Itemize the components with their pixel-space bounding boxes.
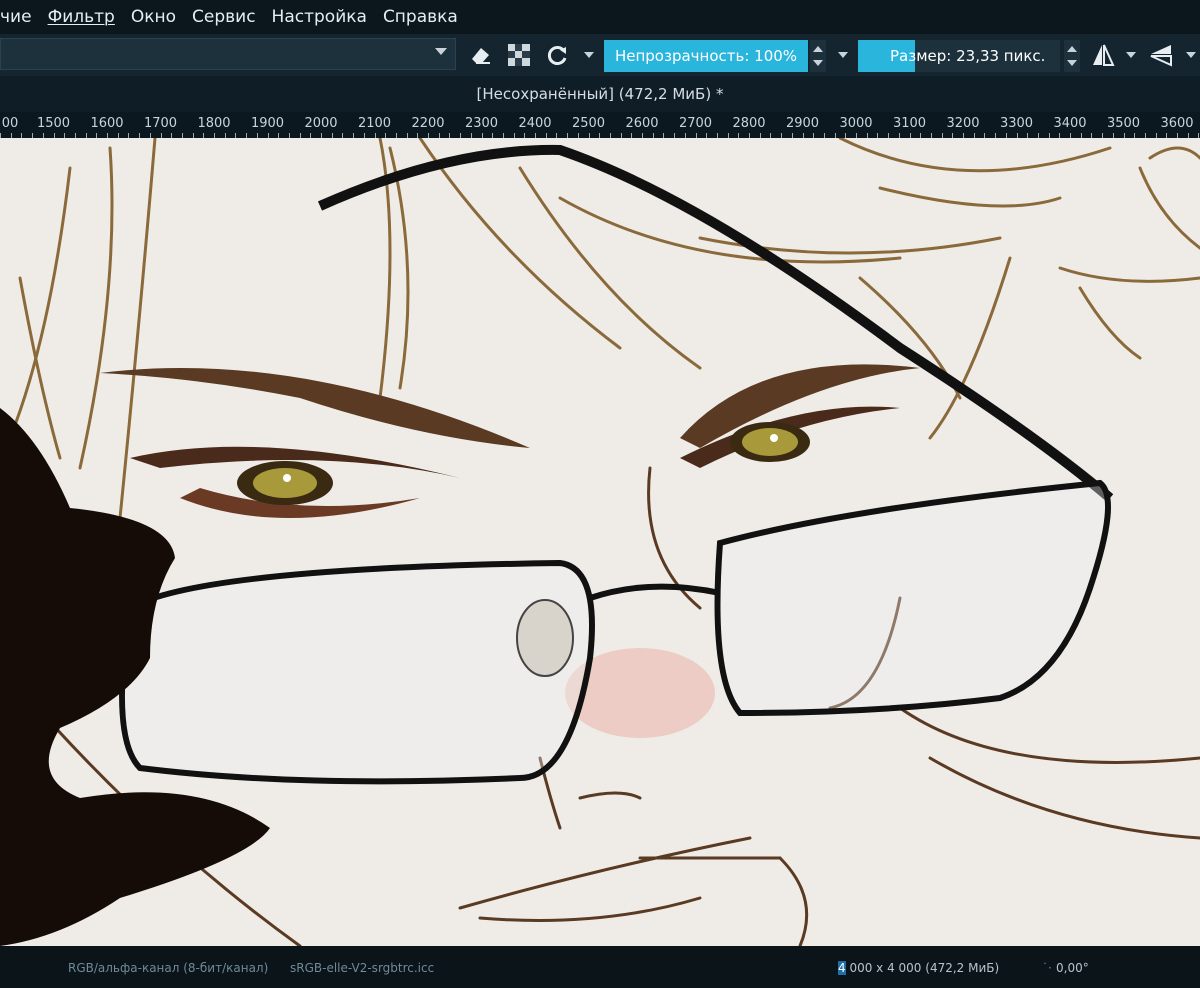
chevron-down-icon — [435, 48, 447, 55]
chevron-down-icon[interactable] — [1186, 52, 1196, 58]
ruler-label: 2400 — [518, 116, 552, 131]
alpha-lock-icon[interactable] — [506, 42, 532, 68]
ruler-label: 1500 — [36, 116, 71, 131]
ruler-label: 1900 — [250, 116, 285, 131]
ruler-label: 2300 — [464, 116, 499, 131]
blend-mode-select[interactable] — [0, 38, 456, 70]
opacity-slider[interactable]: Непрозрачность: 100% — [604, 40, 808, 72]
mirror-horizontal-icon[interactable] — [1090, 42, 1116, 68]
color-profile-label[interactable]: sRGB-elle-V2-srgbtrc.icc — [290, 961, 434, 975]
menu-bar: чие Фильтр Окно Сервис Настройка Справка — [0, 0, 1200, 34]
eraser-icon[interactable] — [468, 42, 494, 68]
ruler-label: 3600 — [1160, 116, 1194, 131]
ruler-label: 2900 — [785, 116, 820, 131]
ruler-label: 3500 — [1106, 116, 1141, 131]
tool-options-bar: Непрозрачность: 100% Размер: 23,33 пикс. — [0, 34, 1200, 76]
opacity-spinner[interactable] — [810, 40, 826, 72]
left-eyebrow — [100, 368, 530, 448]
ruler-label: 3300 — [999, 116, 1034, 131]
brush-size-slider[interactable]: Размер: 23,33 пикс. — [858, 40, 1060, 72]
status-bar: RGB/альфа-канал (8-бит/канал) sRGB-elle-… — [0, 946, 1200, 988]
reload-preset-icon[interactable] — [544, 42, 570, 68]
canvas-artwork — [0, 138, 1200, 946]
ruler-label: 3200 — [946, 116, 980, 131]
menu-item-tools[interactable]: Сервис — [192, 7, 256, 27]
document-tab-title[interactable]: [Несохранённый] (472,2 МиБ) * — [0, 76, 1200, 112]
ruler-label: 3000 — [839, 116, 873, 131]
menu-item-filter[interactable]: Фильтр — [48, 7, 115, 27]
ruler-label: 2000 — [304, 116, 338, 131]
ruler-label: 2600 — [625, 116, 659, 131]
ruler-label: 1800 — [197, 116, 231, 131]
color-model-label[interactable]: RGB/альфа-канал (8-бит/канал) — [68, 961, 268, 975]
chevron-down-icon[interactable] — [584, 52, 594, 58]
horizontal-ruler[interactable]: 00 1500 1600 1700 1800 1900 2000 2100 2200 2300 24… — [0, 112, 1200, 139]
size-label: Размер: 23,33 пикс. — [890, 47, 1046, 65]
rotation-value[interactable]: 0,00° — [1056, 961, 1089, 975]
ruler-label: 2800 — [732, 116, 766, 131]
ruler-label: 3100 — [892, 116, 927, 131]
nose-pad — [516, 599, 574, 677]
menu-item-window[interactable]: Окно — [131, 7, 176, 27]
drawing-canvas[interactable] — [0, 138, 1200, 946]
ruler-label: 2500 — [571, 116, 606, 131]
ruler-label: 2100 — [357, 116, 392, 131]
menu-item-help[interactable]: Справка — [383, 7, 458, 27]
chevron-down-icon[interactable] — [1126, 52, 1136, 58]
ruler-label: 2200 — [411, 116, 445, 131]
ruler-label: 3400 — [1053, 116, 1087, 131]
ruler-label: 00 — [1, 116, 19, 131]
left-eye — [130, 446, 460, 518]
ruler-label: 2700 — [678, 116, 713, 131]
mirror-vertical-icon[interactable] — [1148, 42, 1174, 68]
size-spinner[interactable] — [1064, 40, 1080, 72]
ruler-label: 1600 — [90, 116, 124, 131]
rotation-icon: ˙· — [1042, 961, 1052, 975]
menu-item-settings[interactable]: Настройка — [272, 7, 367, 27]
chevron-down-icon[interactable] — [838, 52, 848, 58]
image-dimensions-label[interactable]: 4 000 x 4 000 (472,2 МиБ) — [838, 961, 999, 975]
menu-item-image[interactable]: чие — [0, 7, 32, 27]
ruler-label: 1700 — [143, 116, 178, 131]
